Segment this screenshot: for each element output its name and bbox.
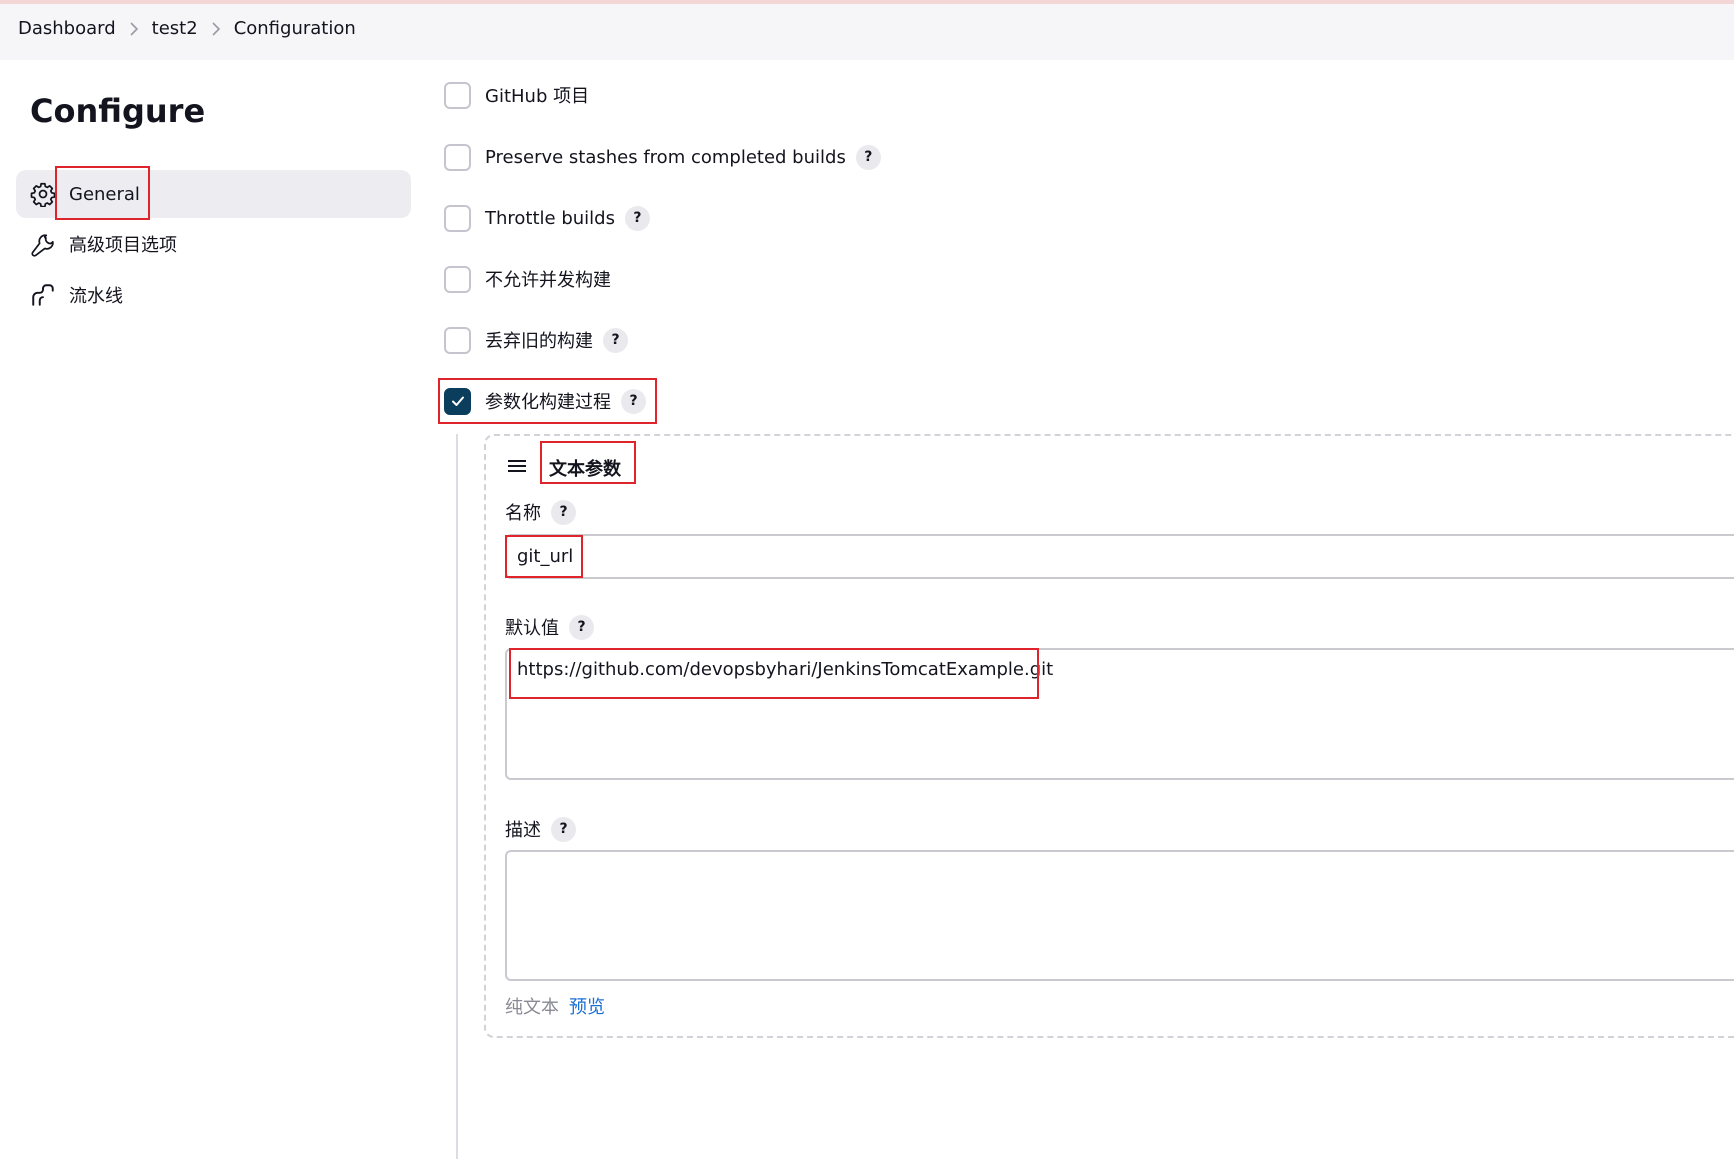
description-textarea[interactable]: [505, 850, 1734, 981]
option-label: GitHub 项目: [485, 86, 590, 107]
breadcrumb-dashboard[interactable]: Dashboard: [18, 18, 116, 39]
option-label: Preserve stashes from completed builds: [485, 146, 846, 168]
sidebar-item-label: 流水线: [69, 286, 123, 307]
help-icon[interactable]: ?: [551, 816, 576, 842]
check-icon: [451, 396, 464, 406]
name-input-value: git_url: [517, 546, 574, 567]
option-throttle-builds[interactable]: Throttle builds ?: [444, 204, 650, 232]
plain-text-label: 纯文本: [505, 997, 559, 1018]
sidebar-item-pipeline[interactable]: 流水线: [16, 271, 411, 319]
help-icon[interactable]: ?: [621, 388, 646, 414]
sidebar-item-label: 高级项目选项: [69, 235, 177, 256]
name-field-label: 名称 ?: [505, 499, 576, 525]
breadcrumb: Dashboard test2 Configuration: [18, 18, 356, 39]
pipeline-icon: [30, 282, 56, 308]
parameter-type-title: 文本参数: [549, 459, 621, 480]
option-preserve-stashes[interactable]: Preserve stashes from completed builds ?: [444, 143, 881, 171]
wrench-icon: [30, 231, 56, 257]
top-bar: Dashboard test2 Configuration: [0, 0, 1734, 60]
drag-handle-icon[interactable]: [506, 457, 528, 475]
checkbox[interactable]: [444, 265, 471, 293]
description-label-text: 描述: [505, 820, 541, 841]
gear-icon: [30, 181, 56, 208]
option-github-project[interactable]: GitHub 项目: [444, 81, 589, 109]
sidebar-item-general[interactable]: General: [16, 170, 411, 218]
option-discard-old-builds[interactable]: 丢弃旧的构建 ?: [444, 326, 628, 354]
section-indent-line: [456, 434, 458, 1159]
checkbox[interactable]: [444, 204, 471, 232]
help-icon[interactable]: ?: [855, 144, 881, 170]
sidebar-item-advanced[interactable]: 高级项目选项: [16, 220, 411, 268]
option-parameterized-build[interactable]: 参数化构建过程 ?: [444, 387, 646, 415]
format-links: 纯文本 预览: [505, 993, 605, 1019]
default-label: 默认值: [505, 618, 559, 639]
checkbox[interactable]: [444, 81, 471, 109]
option-label: 丢弃旧的构建: [485, 331, 593, 352]
preview-link[interactable]: 预览: [569, 993, 605, 1019]
sidebar-item-label: General: [69, 183, 140, 205]
checkbox[interactable]: [444, 326, 471, 354]
help-icon[interactable]: ?: [624, 205, 650, 231]
page-title: Configure: [30, 92, 206, 130]
default-value-text: https://github.com/devopsbyhari/JenkinsT…: [517, 659, 1054, 680]
chevron-right-icon: [198, 19, 234, 39]
name-label: 名称: [505, 503, 541, 524]
checkbox[interactable]: [444, 143, 471, 171]
help-icon[interactable]: ?: [569, 614, 594, 640]
option-label: 参数化构建过程: [485, 392, 611, 413]
option-no-concurrent-builds[interactable]: 不允许并发构建: [444, 265, 611, 293]
checkbox-checked[interactable]: [444, 387, 471, 415]
chevron-right-icon: [116, 19, 152, 39]
breadcrumb-test2[interactable]: test2: [152, 18, 198, 39]
option-label: Throttle builds: [485, 207, 615, 229]
help-icon[interactable]: ?: [551, 499, 576, 525]
help-icon[interactable]: ?: [603, 327, 628, 353]
name-input[interactable]: git_url: [505, 534, 1734, 579]
option-label: 不允许并发构建: [485, 270, 611, 291]
description-label: 描述 ?: [505, 816, 576, 842]
default-value-label: 默认值 ?: [505, 614, 594, 640]
default-value-textarea[interactable]: https://github.com/devopsbyhari/JenkinsT…: [505, 648, 1734, 780]
breadcrumb-configuration[interactable]: Configuration: [234, 18, 356, 39]
